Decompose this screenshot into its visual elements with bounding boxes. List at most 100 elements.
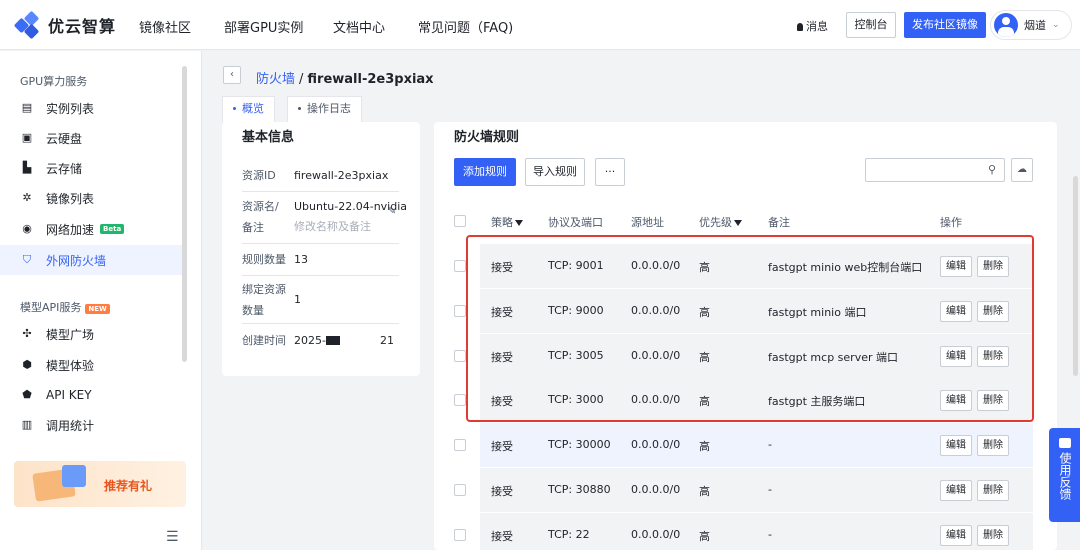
sidebar-item-label: 模型体验 (46, 358, 95, 373)
sidebar-item-label: 网络加速 (46, 222, 95, 237)
row-checkbox[interactable] (454, 260, 466, 272)
info-label: 资源名/备注 (242, 200, 279, 234)
row-checkbox[interactable] (454, 529, 466, 541)
delete-rule-button[interactable]: 删除 (977, 435, 1009, 456)
nav-docs[interactable]: 文档中心 (333, 17, 385, 36)
tab-dot-icon (233, 107, 236, 110)
sidebar-item-firewall[interactable]: ⛉ 外网防火墙 (0, 245, 182, 275)
sidebar-item-label: 实例列表 (46, 101, 95, 116)
select-all-checkbox[interactable] (454, 215, 466, 227)
main-scrollbar[interactable] (1073, 176, 1078, 376)
referral-promo-banner[interactable]: 推荐有礼 (14, 461, 186, 507)
top-bar: 优云智算 镜像社区 部署GPU实例 文档中心 常见问题（FAQ) 消息 控制台 … (0, 0, 1080, 50)
cell-note: fastgpt minio 端口 (768, 306, 867, 319)
delete-rule-button[interactable]: 删除 (977, 480, 1009, 501)
row-checkbox[interactable] (454, 439, 466, 451)
nav-deploy-gpu[interactable]: 部署GPU实例 (224, 17, 303, 36)
messages-link[interactable]: 消息 (797, 18, 828, 34)
info-row-created-time: 创建时间 2025- 21 (242, 324, 399, 356)
sidebar-item-model-square[interactable]: ✣ 模型广场 (0, 319, 182, 349)
publish-image-button[interactable]: 发布社区镜像 (904, 12, 986, 38)
nav-faq[interactable]: 常见问题（FAQ) (418, 17, 513, 36)
cell-source: 0.0.0.0/0 (631, 528, 681, 541)
column-policy[interactable]: 策略 (491, 214, 523, 230)
table-row: 接受 TCP: 30000 0.0.0.0/0 高 - 编辑 删除 (434, 423, 1057, 468)
column-label: 策略 (491, 216, 513, 229)
sidebar-item-model-trial[interactable]: ⬢ 模型体验 (0, 350, 182, 380)
cell-policy: 接受 (491, 261, 513, 274)
cell-priority: 高 (699, 351, 710, 364)
edit-rule-button[interactable]: 编辑 (940, 301, 972, 322)
cell-port: TCP: 9001 (548, 259, 604, 272)
edit-rule-button[interactable]: 编辑 (940, 346, 972, 367)
tab-overview[interactable]: 概览 (222, 96, 275, 122)
user-menu[interactable]: 烟道 ⌄ (990, 10, 1072, 40)
feedback-button[interactable]: 使用反馈 (1049, 428, 1080, 522)
back-button[interactable]: ‹ (223, 66, 241, 84)
basic-info-title: 基本信息 (242, 130, 295, 145)
breadcrumb-parent-link[interactable]: 防火墙 (256, 72, 295, 87)
filter-icon[interactable] (734, 220, 742, 226)
more-actions-button[interactable]: ··· (595, 158, 625, 186)
import-rules-button[interactable]: 导入规则 (525, 158, 585, 186)
image-list-icon: ✲ (22, 191, 32, 204)
user-name: 烟道 (1024, 19, 1046, 32)
delete-rule-button[interactable]: 删除 (977, 346, 1009, 367)
cloud-disk-icon: ▣ (21, 131, 33, 144)
search-icon: ⚲ (987, 163, 996, 176)
info-subtext: 修改名称及备注 (294, 220, 371, 233)
column-label: 优先级 (699, 216, 732, 229)
search-input[interactable]: ⚲ (865, 158, 1005, 182)
filter-icon[interactable] (515, 220, 523, 226)
cell-priority: 高 (699, 261, 710, 274)
edit-rule-button[interactable]: 编辑 (940, 480, 972, 501)
delete-rule-button[interactable]: 删除 (977, 525, 1009, 546)
tab-label: 操作日志 (307, 102, 351, 115)
console-button[interactable]: 控制台 (846, 12, 896, 38)
cell-policy: 接受 (491, 530, 513, 543)
edit-rule-button[interactable]: 编辑 (940, 435, 972, 456)
logo[interactable]: 优云智算 (13, 10, 116, 40)
delete-rule-button[interactable]: 删除 (977, 301, 1009, 322)
sidebar-item-cloud-disk[interactable]: ▣ 云硬盘 (0, 123, 182, 153)
sidebar-item-label: 模型广场 (46, 327, 95, 342)
rules-title: 防火墙规则 (454, 130, 520, 145)
sidebar-item-instances[interactable]: ▤ 实例列表 (0, 93, 182, 123)
cell-source: 0.0.0.0/0 (631, 259, 681, 272)
cell-port: TCP: 22 (548, 528, 590, 541)
tab-operation-log[interactable]: 操作日志 (287, 96, 362, 122)
sidebar-item-usage-stats[interactable]: ▥ 调用统计 (0, 410, 182, 440)
sidebar-scrollbar[interactable] (182, 66, 187, 362)
edit-name-icon[interactable]: ✎ (388, 206, 396, 217)
delete-rule-button[interactable]: 删除 (977, 390, 1009, 411)
row-checkbox[interactable] (454, 394, 466, 406)
created-date-prefix: 2025- (294, 334, 326, 347)
sidebar-item-cloud-storage[interactable]: ▙ 云存储 (0, 153, 182, 183)
sidebar-item-image-list[interactable]: ✲ 镜像列表 (0, 183, 182, 213)
info-label: 规则数量 (242, 253, 286, 266)
edit-rule-button[interactable]: 编辑 (940, 256, 972, 277)
info-label: 创建时间 (242, 334, 286, 347)
table-row: 接受 TCP: 30880 0.0.0.0/0 高 - 编辑 删除 (434, 468, 1057, 513)
edit-rule-button[interactable]: 编辑 (940, 525, 972, 546)
row-checkbox[interactable] (454, 350, 466, 362)
cell-priority: 高 (699, 485, 710, 498)
column-priority[interactable]: 优先级 (699, 214, 742, 230)
delete-rule-button[interactable]: 删除 (977, 256, 1009, 277)
cell-note: fastgpt mcp server 端口 (768, 351, 898, 364)
row-checkbox[interactable] (454, 305, 466, 317)
edit-rule-button[interactable]: 编辑 (940, 390, 972, 411)
info-row-resource-name: 资源名/备注 Ubuntu-22.04-nvidia 修改名称及备注 ✎ (242, 192, 407, 244)
cell-note: - (768, 528, 772, 541)
firewall-rules-panel: 防火墙规则 添加规则 导入规则 ··· ⚲ ☁ 策略 协议及端口 源地址 优先级… (434, 122, 1057, 550)
row-checkbox[interactable] (454, 484, 466, 496)
add-rule-button[interactable]: 添加规则 (454, 158, 516, 186)
cloud-sync-icon[interactable]: ☁ (1011, 158, 1033, 182)
sidebar-item-api-key[interactable]: ⬟ API KEY (0, 380, 182, 410)
cell-port: TCP: 30880 (548, 483, 611, 496)
chevron-down-icon: ⌄ (1052, 20, 1060, 30)
info-row-rule-count: 规则数量 13 (242, 244, 399, 276)
collapse-sidebar-icon[interactable]: ☰ (166, 529, 179, 545)
sidebar-item-network-accel[interactable]: ◉ 网络加速 Beta (0, 214, 182, 244)
nav-mirror-community[interactable]: 镜像社区 (139, 17, 191, 36)
